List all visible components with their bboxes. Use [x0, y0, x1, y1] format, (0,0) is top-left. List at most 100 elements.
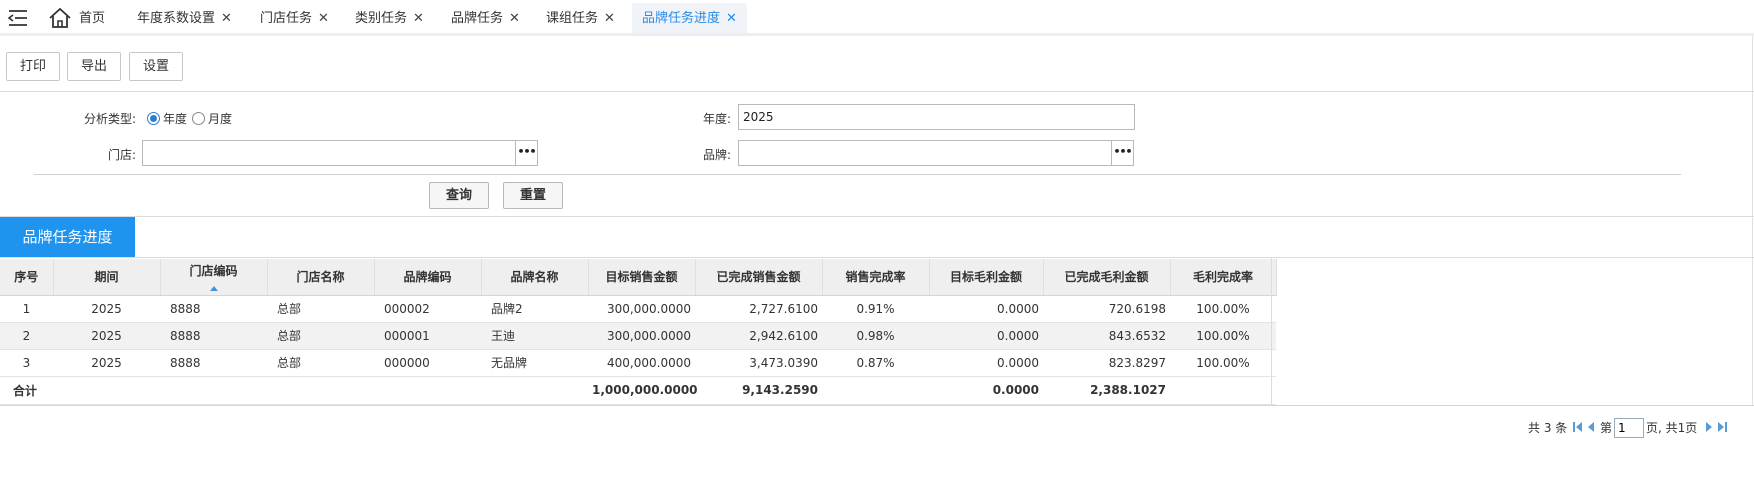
reset-button[interactable]: 重置	[503, 182, 564, 209]
pager-page-prefix: 第	[1600, 421, 1613, 435]
grid-bottom-border	[0, 405, 1754, 406]
col-header-index[interactable]: 序号	[0, 259, 54, 296]
year-field[interactable]	[738, 104, 1135, 130]
close-icon[interactable]: ✕	[604, 3, 615, 35]
tab-category-task[interactable]: 类别任务 ✕	[355, 3, 424, 35]
cell-brand-code: 000000	[374, 349, 481, 377]
first-page-icon[interactable]	[1573, 421, 1583, 433]
cell-profit-rate: 100.00%	[1170, 295, 1276, 323]
grid-header-row: 序号 期间 门店编码 门店名称 品牌编码 品牌名称 目标销售金额 已完成销售金额…	[0, 259, 1277, 296]
col-header-done-sales[interactable]: 已完成销售金额	[695, 259, 823, 296]
cell-period: 2025	[53, 322, 160, 350]
col-header-target-sales[interactable]: 目标销售金额	[588, 259, 696, 296]
close-icon[interactable]: ✕	[413, 3, 424, 35]
section-divider-bottom	[0, 257, 1754, 258]
home-icon[interactable]	[48, 7, 72, 29]
cell-store-code: 8888	[160, 295, 267, 323]
print-button[interactable]: 打印	[6, 52, 61, 81]
tab-label: 课组任务	[546, 11, 599, 26]
cell-brand-name: 品牌2	[481, 295, 588, 323]
col-header-period[interactable]: 期间	[53, 259, 161, 296]
analysis-type-label: 分析类型:	[84, 112, 137, 126]
cell-done-sales: 3,473.0390	[695, 349, 822, 377]
cell-index: 2	[0, 322, 53, 350]
store-field[interactable]	[142, 140, 516, 166]
sort-ascending-icon	[209, 285, 218, 291]
col-header-store-code[interactable]: 门店编码	[160, 259, 268, 296]
table-row[interactable]: 2 2025 8888 总部 000001 王迪 300,000.0000 2,…	[0, 322, 1276, 350]
cell-brand-code: 000002	[374, 295, 481, 323]
radio-month[interactable]	[192, 112, 205, 125]
menu-toggle-icon[interactable]	[7, 9, 29, 27]
prev-page-icon[interactable]	[1586, 421, 1596, 433]
total-label: 合计	[0, 376, 53, 405]
table-row[interactable]: 1 2025 8888 总部 000002 品牌2 300,000.0000 2…	[0, 295, 1276, 323]
settings-button[interactable]: 设置	[129, 52, 184, 81]
toolbar: 打印 导出 设置	[0, 48, 1754, 92]
tab-bar-strip	[0, 33, 1754, 36]
tab-label: 门店任务	[260, 11, 313, 26]
col-header-done-profit[interactable]: 已完成毛利金额	[1043, 259, 1171, 296]
year-label: 年度:	[703, 112, 732, 126]
cell-target-sales: 400,000.0000	[588, 349, 695, 377]
cell-brand-name: 无品牌	[481, 349, 588, 377]
cell-done-sales: 2,727.6100	[695, 295, 822, 323]
cell-done-profit: 720.6198	[1043, 295, 1170, 323]
store-picker-button[interactable]: •••	[515, 140, 538, 166]
brand-field[interactable]	[738, 140, 1112, 166]
cell-store-code: 8888	[160, 349, 267, 377]
cell-done-profit: 823.8297	[1043, 349, 1170, 377]
cell-store-name: 总部	[267, 349, 374, 377]
total-done-sales: 9,143.2590	[695, 376, 822, 405]
cell-period: 2025	[53, 295, 160, 323]
section-divider	[0, 216, 1754, 217]
cell-sales-rate: 0.98%	[822, 322, 929, 350]
tab-annual-coefficient[interactable]: 年度系数设置 ✕	[137, 3, 232, 35]
tab-label: 品牌任务	[451, 11, 504, 26]
col-header-profit-rate[interactable]: 毛利完成率	[1170, 259, 1277, 296]
cell-target-profit: 0.0000	[929, 295, 1043, 323]
cell-target-sales: 300,000.0000	[588, 295, 695, 323]
total-target-sales: 1,000,000.0000	[588, 376, 698, 405]
cell-index: 1	[0, 295, 53, 323]
cell-profit-rate: 100.00%	[1170, 349, 1276, 377]
export-button[interactable]: 导出	[67, 52, 122, 81]
brand-picker-button[interactable]: •••	[1111, 140, 1134, 166]
close-icon[interactable]: ✕	[509, 3, 520, 35]
col-header-sales-rate[interactable]: 销售完成率	[822, 259, 930, 296]
tab-course-task[interactable]: 课组任务 ✕	[546, 3, 615, 35]
col-header-brand-name[interactable]: 品牌名称	[481, 259, 589, 296]
total-done-profit: 2,388.1027	[1043, 376, 1170, 405]
cell-store-name: 总部	[267, 295, 374, 323]
radio-year-label[interactable]: 年度	[163, 110, 187, 127]
tab-store-task[interactable]: 门店任务 ✕	[260, 3, 329, 35]
col-header-store-name[interactable]: 门店名称	[267, 259, 375, 296]
section-title: 品牌任务进度	[0, 217, 135, 257]
cell-done-profit: 843.6532	[1043, 322, 1170, 350]
tab-home[interactable]: 首页	[79, 3, 105, 35]
tab-label: 年度系数设置	[137, 11, 216, 26]
form-divider	[34, 174, 1681, 175]
tab-brand-progress[interactable]: 品牌任务进度 ✕	[632, 3, 747, 35]
tab-label: 类别任务	[355, 11, 408, 26]
cell-target-sales: 300,000.0000	[588, 322, 695, 350]
radio-year[interactable]	[147, 112, 160, 125]
col-header-target-profit[interactable]: 目标毛利金额	[929, 259, 1044, 296]
table-row[interactable]: 3 2025 8888 总部 000000 无品牌 400,000.0000 3…	[0, 349, 1276, 377]
close-icon[interactable]: ✕	[221, 3, 232, 35]
cell-store-name: 总部	[267, 322, 374, 350]
col-header-label: 门店编码	[189, 264, 238, 278]
cell-index: 3	[0, 349, 53, 377]
cell-sales-rate: 0.91%	[822, 295, 929, 323]
col-header-brand-code[interactable]: 品牌编码	[374, 259, 482, 296]
next-page-icon[interactable]	[1704, 421, 1714, 433]
query-button[interactable]: 查询	[429, 182, 490, 209]
last-page-icon[interactable]	[1717, 421, 1727, 433]
cell-target-profit: 0.0000	[929, 322, 1043, 350]
close-icon[interactable]: ✕	[318, 3, 329, 35]
tab-brand-task[interactable]: 品牌任务 ✕	[451, 3, 520, 35]
close-icon[interactable]: ✕	[726, 3, 737, 35]
radio-month-label[interactable]: 月度	[208, 110, 232, 127]
store-label: 门店:	[108, 148, 137, 162]
page-number-input[interactable]	[1614, 418, 1644, 438]
